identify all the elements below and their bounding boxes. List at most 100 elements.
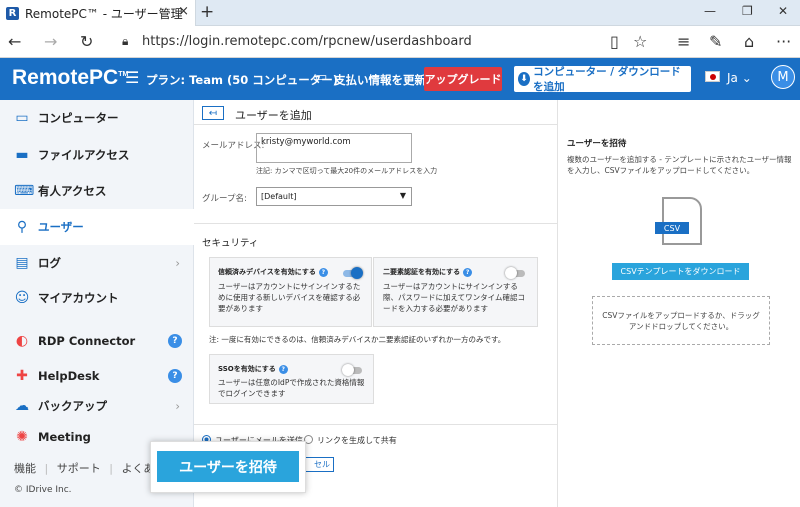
- sidebar-item-users[interactable]: ⚲ ユーザー: [0, 209, 194, 245]
- browser-tab[interactable]: R RemotePC™ - ユーザー管理 ×: [0, 0, 196, 26]
- toggle-knob: [351, 267, 363, 279]
- sidebar-item-label: ファイルアクセス: [38, 148, 130, 162]
- two-factor-desc: ユーザーはアカウントにサインインする際、パスワードに加えてワンタイム確認コードを…: [383, 282, 525, 313]
- sso-toggle[interactable]: [342, 364, 362, 376]
- sidebar-item-label: コンピューター: [38, 111, 119, 125]
- remotepc-favicon-icon: R: [6, 6, 19, 20]
- minimize-icon[interactable]: —: [704, 4, 716, 18]
- trusted-device-title-text: 信頼済みデバイスを有効にする: [218, 268, 316, 276]
- trusted-device-toggle[interactable]: [343, 267, 363, 279]
- sso-title: SSOを有効にする?: [218, 364, 288, 374]
- chevron-right-icon: ›: [175, 399, 180, 413]
- security-title: セキュリティ: [202, 238, 259, 249]
- add-computer-label: コンピューター / ダウンロード を追加: [533, 66, 681, 93]
- email-note: 注記: カンマで区切って最大20件のメールアドレスを入力: [256, 167, 438, 175]
- lock-icon: 🔒︎: [122, 34, 129, 48]
- group-value: [Default]: [261, 192, 297, 201]
- menu-icon[interactable]: ☰: [125, 68, 139, 87]
- sidebar-item-label: マイアカウント: [38, 291, 119, 305]
- sso-title-text: SSOを有効にする: [218, 365, 276, 373]
- sidebar-item-label: Meeting: [38, 430, 91, 444]
- keyboard-icon: ⌨: [14, 183, 35, 199]
- monitor-icon: ▭: [15, 110, 29, 126]
- backup-icon: ☁: [15, 398, 29, 414]
- divider: [194, 424, 557, 425]
- web-note-icon[interactable]: ✎: [709, 32, 722, 51]
- divider: [194, 223, 557, 224]
- avatar[interactable]: M: [771, 65, 795, 89]
- toggle-knob: [342, 364, 354, 376]
- restore-icon[interactable]: ❐: [742, 4, 753, 18]
- japan-flag-icon[interactable]: [705, 71, 720, 82]
- help-icon[interactable]: ?: [168, 334, 182, 348]
- chevron-right-icon: ›: [175, 256, 180, 270]
- help-icon[interactable]: ?: [463, 267, 473, 277]
- trusted-device-title: 信頼済みデバイスを有効にする?: [218, 267, 328, 277]
- log-icon: ▤: [15, 255, 29, 271]
- invite-user-button[interactable]: ユーザーを招待: [157, 451, 299, 482]
- helpdesk-icon: ✚: [16, 368, 28, 384]
- back-button[interactable]: ↤: [202, 106, 224, 120]
- plan-info: プラン: Team (50 コンピューター): [146, 73, 338, 87]
- sidebar-item-file-access[interactable]: ▬ ファイルアクセス: [0, 137, 194, 173]
- add-computer-download-button[interactable]: ⬇ コンピューター / ダウンロード を追加: [514, 66, 691, 93]
- email-field[interactable]: kristy@myworld.com: [256, 133, 412, 163]
- support-link[interactable]: サポート: [57, 462, 101, 475]
- two-factor-title-text: 二要素認証を有効にする: [383, 268, 461, 276]
- csv-drop-zone[interactable]: CSVファイルをアップロードするか、ドラッグアンドドロップしてください。: [592, 296, 770, 345]
- security-note: 注: 一度に有効にできるのは、信頼済みデバイスか二要素認証のいずれか一方のみです…: [209, 335, 506, 344]
- tab-title: RemotePC™ - ユーザー管理: [25, 6, 183, 21]
- upgrade-button[interactable]: アップグレード: [424, 67, 502, 91]
- forward-arrow-icon[interactable]: →: [44, 32, 57, 51]
- favorite-star-icon[interactable]: ☆: [633, 32, 647, 51]
- share-icon[interactable]: ⌂: [744, 32, 754, 51]
- sidebar-item-my-account[interactable]: ☺ マイアカウント: [0, 280, 194, 316]
- sidebar-item-label: RDP Connector: [38, 334, 136, 348]
- toggle-knob: [505, 267, 517, 279]
- sidebar-item-label: 有人アクセス: [38, 184, 107, 198]
- invite-panel-title: ユーザーを招待: [567, 139, 627, 149]
- sidebar-item-logs[interactable]: ▤ ログ ›: [0, 245, 194, 281]
- help-icon[interactable]: ?: [318, 267, 328, 277]
- radio-link-label: リンクを生成して共有: [317, 436, 397, 445]
- remotepc-logo[interactable]: RemotePCTM: [12, 66, 128, 90]
- new-tab-icon[interactable]: +: [200, 2, 214, 22]
- sidebar-item-rdp-connector[interactable]: ◐ RDP Connector?: [0, 323, 194, 359]
- sidebar-item-label: バックアップ: [38, 399, 107, 413]
- help-icon[interactable]: ?: [278, 364, 288, 374]
- invite-panel-desc: 複数のユーザーを追加する - テンプレートに示されたユーザー情報を入力し、CSV…: [567, 155, 792, 175]
- reading-view-icon[interactable]: ▯: [610, 32, 619, 51]
- csv-file-icon: [662, 197, 702, 245]
- dropdown-arrow-icon: ▼: [399, 191, 406, 200]
- help-icon[interactable]: ?: [168, 369, 182, 383]
- radio-generate-link[interactable]: リンクを生成して共有: [304, 432, 397, 446]
- csv-label: CSV: [655, 222, 689, 234]
- two-factor-toggle[interactable]: [505, 267, 525, 279]
- sidebar-item-label: ログ: [38, 256, 61, 270]
- window-close-icon[interactable]: ✕: [778, 4, 788, 18]
- download-csv-template-button[interactable]: CSVテンプレートをダウンロード: [612, 263, 749, 280]
- copyright: © IDrive Inc.: [14, 485, 72, 495]
- update-billing-link[interactable]: 支払い情報を更新: [334, 72, 426, 88]
- sidebar-item-attended-access[interactable]: ⌨ 有人アクセス: [0, 173, 194, 209]
- language-label: Ja: [727, 71, 738, 85]
- trusted-device-desc: ユーザーはアカウントにサインインするために使用する新しいデバイスを確認する必要が…: [218, 282, 361, 313]
- rdp-icon: ◐: [15, 333, 29, 349]
- invite-button-callout: ユーザーを招待: [150, 441, 306, 493]
- url-text[interactable]: https://login.remotepc.com/rpcnew/userda…: [142, 34, 472, 49]
- two-factor-title: 二要素認証を有効にする?: [383, 267, 473, 277]
- back-arrow-icon[interactable]: ←: [8, 32, 21, 51]
- hub-icon[interactable]: ≡: [677, 32, 690, 51]
- refresh-icon[interactable]: ↻: [80, 32, 93, 51]
- page-title: ユーザーを追加: [235, 109, 312, 122]
- features-link[interactable]: 機能: [14, 462, 36, 475]
- group-select[interactable]: [Default] ▼: [256, 187, 412, 206]
- logo-text: RemotePC: [12, 66, 119, 89]
- language-selector[interactable]: Ja ⌄: [727, 71, 752, 85]
- sidebar-item-label: HelpDesk: [38, 369, 100, 383]
- users-icon: ⚲: [16, 219, 28, 235]
- tab-close-icon[interactable]: ×: [178, 4, 189, 19]
- sidebar-item-computers[interactable]: ▭ コンピューター: [0, 100, 194, 136]
- more-icon[interactable]: ···: [776, 32, 791, 51]
- sidebar-item-label: ユーザー: [38, 220, 84, 234]
